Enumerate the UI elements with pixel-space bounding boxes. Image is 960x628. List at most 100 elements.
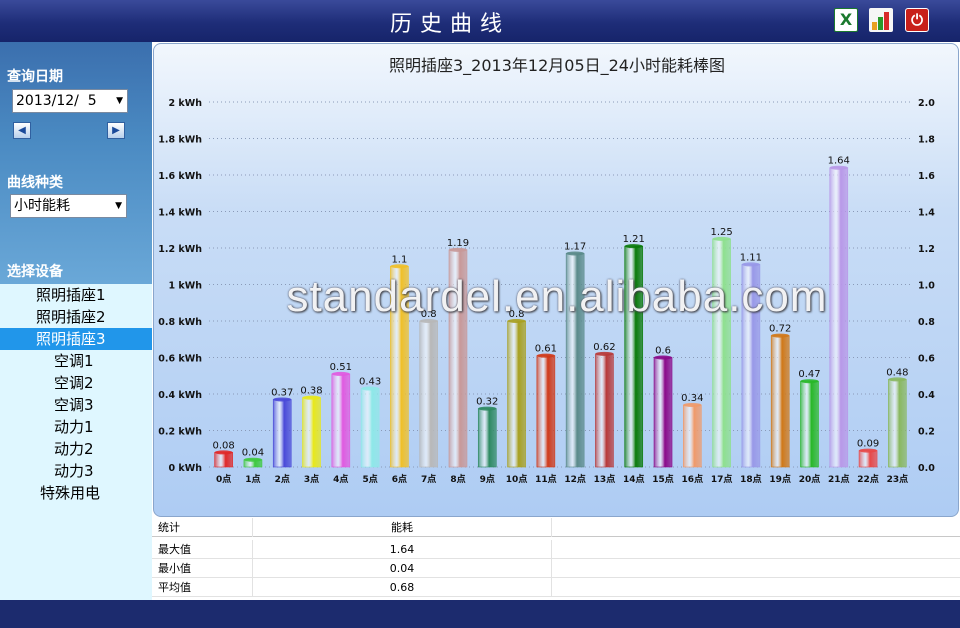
data-label: 0.51 <box>330 362 352 373</box>
stats-min-label: 最小值 <box>158 562 191 575</box>
stats-header-row: 统计 能耗 <box>152 518 960 537</box>
y-tick-label-left: 1 kWh <box>169 281 203 292</box>
y-tick-label-right: 0.6 <box>918 354 935 365</box>
device-item[interactable]: 动力2 <box>0 438 152 460</box>
x-tick-label: 5点 <box>362 473 377 485</box>
data-label: 0.43 <box>359 377 381 388</box>
power-icon[interactable]: ⏻ <box>905 8 929 32</box>
sidebar: 查询日期 2013/12/ 5 ▼ ◀ ▶ 曲线种类 小时能耗 ▼ 选择设备 照… <box>0 42 152 600</box>
y-tick-label-left: 1.6 kWh <box>158 171 202 182</box>
data-label: 0.37 <box>271 387 293 398</box>
data-label: 1.64 <box>828 156 850 167</box>
bar <box>448 249 468 468</box>
curve-type-select[interactable]: 小时能耗 ▼ <box>10 194 127 218</box>
y-tick-label-left: 0 kWh <box>169 463 203 474</box>
device-item[interactable]: 照明插座2 <box>0 306 152 328</box>
bar <box>829 167 849 468</box>
data-label: 1.1 <box>391 254 407 265</box>
x-tick-label: 22点 <box>857 473 879 485</box>
device-item[interactable]: 动力3 <box>0 460 152 482</box>
data-label: 0.38 <box>300 386 322 397</box>
data-label: 1.19 <box>447 238 469 249</box>
bar <box>800 380 819 468</box>
bar-chart-icon[interactable] <box>869 8 893 32</box>
y-tick-label-right: 0.4 <box>918 390 935 401</box>
data-label: 0.09 <box>857 439 879 450</box>
bar <box>741 264 761 468</box>
x-tick-label: 18点 <box>740 473 762 485</box>
bar <box>536 355 556 468</box>
bar <box>477 408 497 468</box>
device-tree: 照明插座1 照明插座2 照明插座3 空调1 空调2 空调3 动力1 动力2 动力3 特殊用电 <box>0 284 152 504</box>
data-label: 0.47 <box>798 369 820 380</box>
x-tick-label: 19点 <box>769 473 791 485</box>
y-tick-label-left: 1.2 kWh <box>158 244 202 255</box>
table-row: 最小值 0.04 <box>152 559 960 578</box>
data-label: 0.48 <box>886 367 908 378</box>
x-tick-label: 11点 <box>535 473 557 485</box>
device-item[interactable]: 照明插座3 <box>0 328 152 350</box>
x-tick-label: 4点 <box>333 473 348 485</box>
y-tick-label-left: 0.6 kWh <box>158 354 202 365</box>
next-day-button[interactable]: ▶ <box>107 122 125 139</box>
bar <box>770 335 790 468</box>
data-label: 0.72 <box>769 324 791 335</box>
x-tick-label: 13点 <box>594 473 616 485</box>
stats-min-value: 0.04 <box>252 559 552 578</box>
stats-avg-value: 0.68 <box>252 578 552 597</box>
y-tick-label-left: 0.2 kWh <box>158 427 202 438</box>
data-label: 0.8 <box>509 309 525 320</box>
device-item[interactable]: 动力1 <box>0 416 152 438</box>
x-tick-label: 20点 <box>799 473 821 485</box>
main-area: 照明插座3_2013年12月05日_24小时能耗棒图 0 kWh 0.0 0.2 k… <box>152 42 960 600</box>
app-title: 历史曲线 <box>389 12 510 37</box>
excel-export-icon[interactable]: X <box>834 8 858 32</box>
prev-day-button[interactable]: ◀ <box>13 122 31 139</box>
bar-chart: 0 kWh 0.0 0.2 kWh 0.2 0.4 kWh 0.4 0.6 kWh 0.6 0.… <box>158 98 935 485</box>
y-tick-label-right: 0.8 <box>918 317 935 328</box>
table-row: 平均值 0.68 <box>152 578 960 597</box>
data-label: 0.08 <box>213 440 235 451</box>
device-item[interactable]: 空调1 <box>0 350 152 372</box>
x-tick-label: 7点 <box>421 473 436 485</box>
bar <box>595 353 614 468</box>
chart-panel: 照明插座3_2013年12月05日_24小时能耗棒图 0 kWh 0.0 0.2 k… <box>153 43 959 517</box>
stats-max-label: 最大值 <box>158 543 191 556</box>
x-tick-label: 12点 <box>564 473 586 485</box>
bar <box>419 320 438 468</box>
data-label: 0.04 <box>242 448 264 459</box>
stats-header-value: 能耗 <box>252 518 552 537</box>
x-tick-label: 3点 <box>304 473 319 485</box>
title-bar: 历史曲线 X ⏻ <box>0 0 960 42</box>
status-bar <box>0 600 960 628</box>
stats-table: 统计 能耗 最大值 1.64 最小值 0.04 平均值 0.68 <box>152 518 960 600</box>
device-item[interactable]: 照明插座1 <box>0 284 152 306</box>
bar <box>507 320 526 468</box>
y-tick-label-left: 1.4 kWh <box>158 208 202 219</box>
x-tick-label: 9点 <box>480 473 495 485</box>
data-label: 0.8 <box>421 309 437 320</box>
date-picker[interactable]: 2013/12/ 5 ▼ <box>12 89 128 113</box>
data-label: 0.6 <box>655 346 671 357</box>
x-tick-label: 23点 <box>887 473 909 485</box>
stats-max-value: 1.64 <box>252 540 552 559</box>
y-tick-label-left: 0.4 kWh <box>158 390 202 401</box>
y-tick-label-right: 1.2 <box>918 244 935 255</box>
bar <box>712 238 731 468</box>
bar <box>624 245 644 468</box>
chevron-down-icon: ▼ <box>116 96 123 106</box>
device-label: 选择设备 <box>7 264 63 280</box>
y-tick-label-right: 1.0 <box>918 281 935 292</box>
y-tick-label-right: 0.2 <box>918 427 935 438</box>
bar <box>858 450 878 468</box>
data-label: 0.61 <box>535 344 557 355</box>
device-item[interactable]: 空调3 <box>0 394 152 416</box>
x-tick-label: 16点 <box>682 473 704 485</box>
bar <box>272 399 292 468</box>
sidebar-filter-panel: 查询日期 2013/12/ 5 ▼ ◀ ▶ 曲线种类 小时能耗 ▼ 选择设备 <box>0 42 152 284</box>
x-tick-label: 10点 <box>506 473 528 485</box>
y-tick-label-right: 1.4 <box>918 208 935 219</box>
device-item[interactable]: 特殊用电 <box>0 482 152 504</box>
device-item[interactable]: 空调2 <box>0 372 152 394</box>
stats-avg-label: 平均值 <box>158 581 191 594</box>
